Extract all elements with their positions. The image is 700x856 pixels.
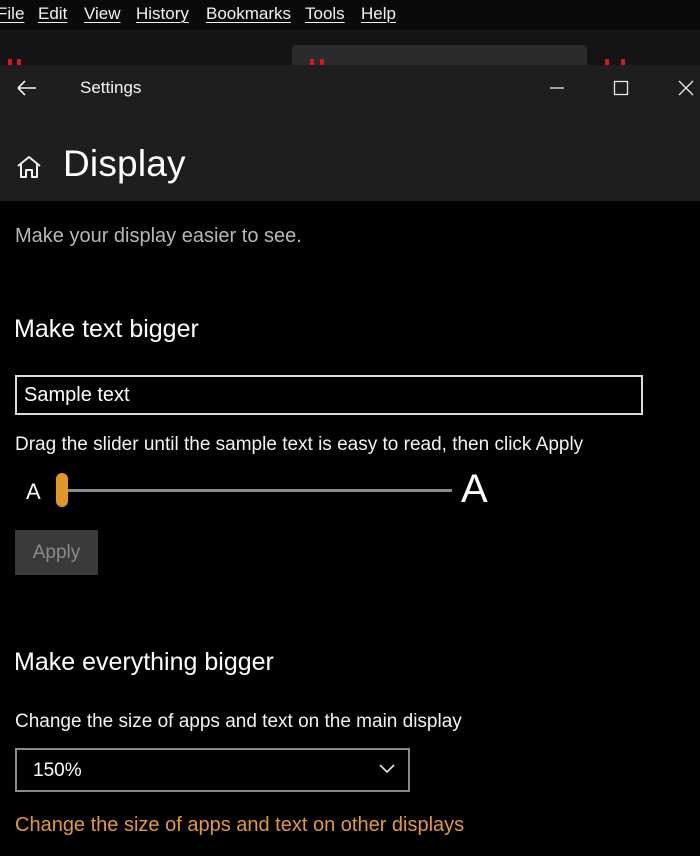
minimize-button[interactable]	[537, 71, 577, 105]
text-size-slider-thumb[interactable]	[56, 473, 68, 507]
page-title: Display	[63, 143, 186, 184]
home-icon[interactable]	[15, 154, 43, 180]
scale-heading: Make everything bigger	[14, 648, 274, 676]
menu-edit[interactable]: Edit	[38, 4, 67, 24]
menu-bookmarks[interactable]: Bookmarks	[206, 4, 291, 24]
maximize-button[interactable]	[601, 71, 641, 105]
settings-window: Settings Display Make your display easie…	[0, 65, 700, 856]
other-displays-link[interactable]: Change the size of apps and text on othe…	[15, 814, 464, 837]
menu-file[interactable]: File	[0, 4, 24, 24]
window-title: Settings	[80, 78, 142, 97]
menu-view[interactable]: View	[84, 4, 121, 24]
maximize-icon	[613, 80, 629, 96]
text-size-slider-track[interactable]	[57, 489, 452, 492]
arrow-left-icon	[17, 80, 36, 96]
page-subtitle: Make your display easier to see.	[15, 225, 302, 247]
background-menubar: File Edit View History Bookmarks Tools H…	[0, 0, 700, 30]
scale-dropdown[interactable]: 150%	[15, 748, 410, 792]
slider-max-label: A	[461, 467, 488, 511]
apply-button[interactable]: Apply	[15, 530, 98, 575]
background-tab[interactable]	[292, 45, 587, 65]
scale-description: Change the size of apps and text on the …	[15, 711, 462, 732]
scale-selected-value: 150%	[33, 760, 82, 781]
close-button[interactable]	[666, 71, 700, 105]
minimize-icon	[550, 87, 564, 89]
chevron-down-icon	[379, 764, 395, 774]
slider-hint: Drag the slider until the sample text is…	[15, 434, 584, 455]
slider-min-label: A	[26, 479, 41, 504]
text-size-heading: Make text bigger	[14, 315, 199, 343]
menu-help[interactable]: Help	[361, 4, 396, 24]
close-icon	[678, 80, 694, 96]
title-bar: Settings Display	[0, 65, 700, 201]
back-button[interactable]	[10, 75, 42, 103]
menu-history[interactable]: History	[136, 4, 189, 24]
menu-tools[interactable]: Tools	[305, 4, 345, 24]
sample-text-preview: Sample text	[15, 375, 643, 415]
